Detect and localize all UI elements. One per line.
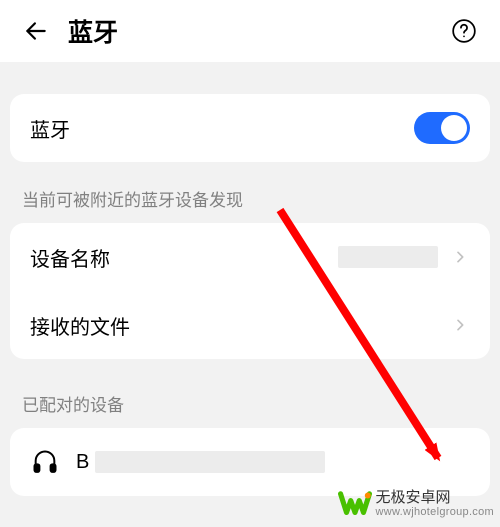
- help-button[interactable]: [446, 13, 482, 49]
- bluetooth-switch[interactable]: [414, 112, 470, 144]
- paired-device-name-redacted: [95, 451, 325, 473]
- bluetooth-toggle-card: 蓝牙: [10, 94, 490, 162]
- arrow-left-icon: [23, 18, 49, 44]
- received-files-label: 接收的文件: [30, 311, 130, 340]
- back-button[interactable]: [18, 13, 54, 49]
- help-circle-icon: [451, 18, 477, 44]
- watermark: 无极安卓网 www.wjhotelgroup.com: [338, 487, 495, 521]
- visibility-note: 当前可被附近的蓝牙设备发现: [22, 186, 478, 211]
- paired-device-leading-letter: B: [76, 451, 89, 474]
- received-files-row[interactable]: 接收的文件: [10, 291, 490, 359]
- paired-devices-section-label: 已配对的设备: [22, 391, 478, 416]
- paired-devices-card: B: [10, 428, 490, 496]
- device-info-card: 设备名称 接收的文件: [10, 223, 490, 359]
- device-name-label: 设备名称: [30, 243, 110, 272]
- chevron-right-icon: [450, 315, 470, 335]
- bluetooth-toggle-row[interactable]: 蓝牙: [10, 94, 490, 162]
- page-title: 蓝牙: [68, 13, 118, 49]
- watermark-brand: 无极安卓网: [376, 490, 495, 507]
- bluetooth-label: 蓝牙: [30, 114, 70, 143]
- watermark-logo-icon: [338, 487, 372, 521]
- device-name-row[interactable]: 设备名称: [10, 223, 490, 291]
- watermark-url: www.wjhotelgroup.com: [376, 506, 495, 518]
- paired-device-row[interactable]: B: [10, 428, 490, 496]
- chevron-right-icon: [450, 247, 470, 267]
- device-name-value-redacted: [338, 246, 438, 268]
- headphones-icon: [30, 447, 60, 477]
- header-bar: 蓝牙: [0, 0, 500, 62]
